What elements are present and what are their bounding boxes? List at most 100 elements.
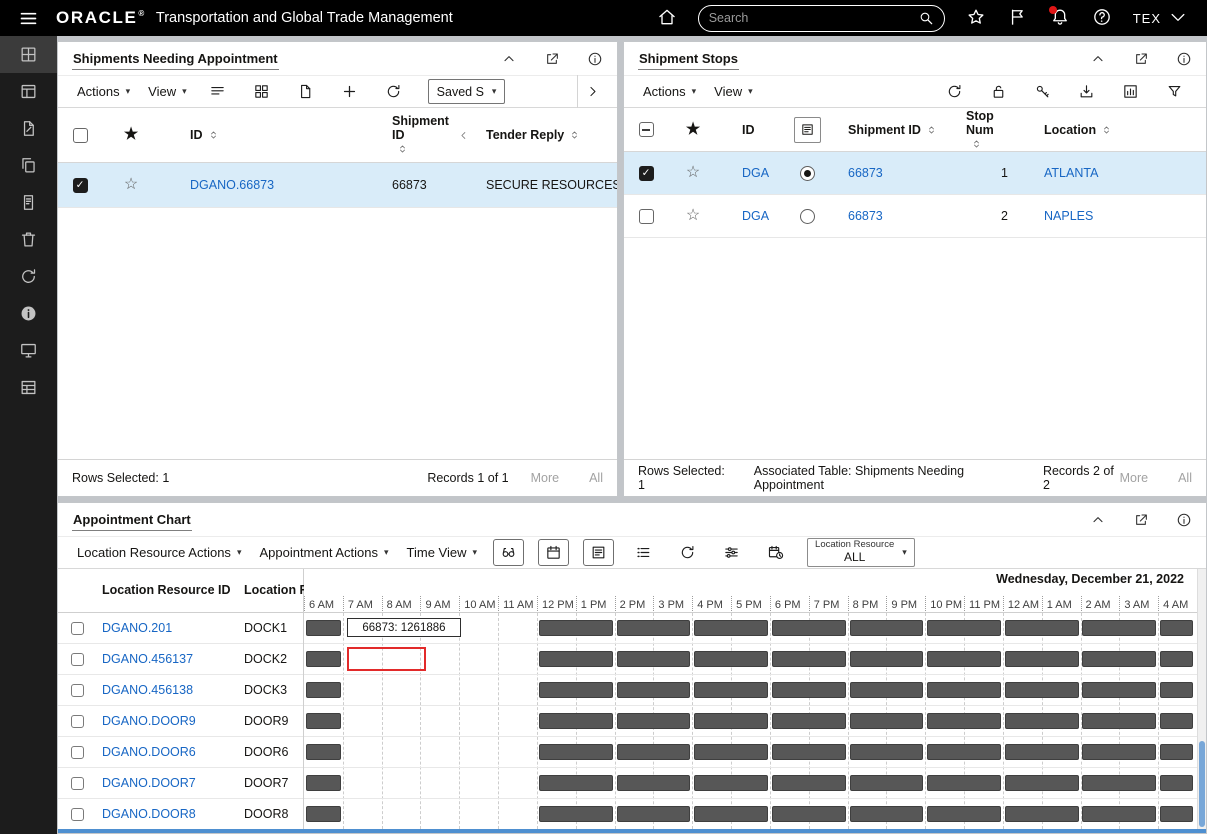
favorite-star-icon[interactable]: ☆ [686,165,700,181]
stop-id-link[interactable]: DGA [742,209,769,223]
sidebar-item-refresh[interactable] [0,258,57,295]
sort-icon[interactable] [1101,123,1112,137]
horizontal-scrollbar[interactable] [58,829,1206,833]
gantt-timeline-row[interactable] [304,737,1197,768]
row-checkbox[interactable] [71,746,84,759]
add-button[interactable] [336,79,364,105]
appointment-box[interactable]: 66873: 1261886 [347,618,462,637]
actions-menu-button[interactable]: Actions▾ [68,79,139,105]
power-actions-button[interactable] [1028,79,1056,105]
notifications-button[interactable] [1049,7,1071,29]
shipment-id-link[interactable]: 66873 [848,209,883,223]
stop-radio[interactable] [800,209,815,224]
refresh-button[interactable] [940,79,968,105]
location-link[interactable]: NAPLES [1044,209,1093,223]
favorite-star-icon[interactable]: ☆ [686,208,700,224]
collapse-panel-button[interactable] [500,50,517,67]
location-resource-id-link[interactable]: DGANO.DOOR9 [102,714,196,728]
panel-info-button[interactable] [1175,511,1192,528]
more-button[interactable]: More [531,471,559,485]
user-menu-button[interactable] [1167,7,1189,29]
stops-table-row[interactable]: ☆DGA668732NAPLES [624,195,1206,238]
select-all-checkbox[interactable] [73,128,88,143]
row-checkbox[interactable] [71,777,84,790]
more-button[interactable]: More [1120,471,1148,485]
row-checkbox[interactable] [71,808,84,821]
view-menu-button[interactable]: View▾ [139,79,195,105]
stop-details-button[interactable] [794,117,821,143]
favorites-button[interactable] [965,7,987,29]
sidebar-item-layout[interactable] [0,73,57,110]
location-resource-id-link[interactable]: DGANO.456138 [102,683,193,697]
location-resource-filter-dropdown[interactable]: Location Resource ALL ▾ [807,538,915,567]
list-columns-button[interactable] [204,79,232,105]
chart-button[interactable] [1116,79,1144,105]
resource-settings-button[interactable] [717,540,745,566]
row-checkbox[interactable] [71,653,84,666]
stop-id-link[interactable]: DGA [742,166,769,180]
shipments-table-row[interactable]: ☆DGANO.6687366873SECURE RESOURCES_ [58,163,617,208]
location-resource-id-link[interactable]: DGANO.DOOR7 [102,776,196,790]
user-menu-label[interactable]: TEX [1133,11,1161,26]
legend-button[interactable] [629,540,657,566]
vertical-scrollbar[interactable] [1197,569,1206,829]
unlock-button[interactable] [984,79,1012,105]
gantt-timeline-row[interactable] [304,706,1197,737]
expand-panel-button[interactable] [577,75,607,108]
location-resource-id-link[interactable]: DGANO.201 [102,621,172,635]
stops-table-row[interactable]: ☆DGA668731ATLANTA [624,152,1206,195]
document-button[interactable] [292,79,320,105]
sidebar-item-edit-document[interactable] [0,110,57,147]
row-checkbox[interactable] [639,209,654,224]
select-all-checkbox[interactable] [639,122,654,137]
collapse-panel-button[interactable] [1089,511,1106,528]
saved-search-dropdown[interactable]: Saved S▾ [428,79,506,104]
flags-button[interactable] [1007,7,1029,29]
open-in-new-window-button[interactable] [1132,50,1149,67]
collapse-panel-button[interactable] [1089,50,1106,67]
sidebar-item-delete[interactable] [0,221,57,258]
gantt-timeline-row[interactable] [304,644,1197,675]
appointment-actions-menu-button[interactable]: Appointment Actions▾ [250,540,397,566]
row-checkbox[interactable] [639,166,654,181]
sort-icon[interactable] [926,123,937,137]
favorite-star-icon[interactable]: ☆ [124,177,138,193]
agenda-view-button[interactable] [583,539,614,566]
all-button[interactable]: All [589,471,603,485]
main-menu-button[interactable] [0,0,56,36]
refresh-button[interactable] [380,79,408,105]
filter-button[interactable] [1160,79,1188,105]
sort-icon[interactable] [971,137,982,151]
sidebar-item-copy[interactable] [0,147,57,184]
calendar-view-button[interactable] [538,539,569,566]
sort-icon[interactable] [569,128,580,142]
home-button[interactable] [656,7,678,29]
export-button[interactable] [1072,79,1100,105]
location-resource-actions-menu-button[interactable]: Location Resource Actions▾ [68,540,250,566]
column-collapse-icon[interactable] [457,129,470,142]
sidebar-item-info[interactable] [0,295,57,332]
help-button[interactable] [1091,7,1113,29]
panel-info-button[interactable] [586,50,603,67]
sidebar-item-monitor[interactable] [0,332,57,369]
open-in-new-window-button[interactable] [543,50,560,67]
search-input[interactable] [709,11,918,25]
gantt-timeline-row[interactable] [304,768,1197,799]
sidebar-item-document[interactable] [0,184,57,221]
location-resource-id-link[interactable]: DGANO.DOOR6 [102,745,196,759]
sidebar-item-workbench[interactable] [0,36,57,73]
gantt-timeline-row[interactable] [304,799,1197,829]
actions-menu-button[interactable]: Actions▾ [634,79,705,105]
open-in-new-window-button[interactable] [1132,511,1149,528]
row-checkbox[interactable] [71,715,84,728]
gantt-timeline-row[interactable] [304,675,1197,706]
detach-button[interactable] [248,79,276,105]
scrollbar-thumb[interactable] [1199,741,1205,827]
shipment-id-link[interactable]: DGANO.66873 [190,178,274,192]
time-view-menu-button[interactable]: Time View▾ [398,540,487,566]
location-resource-id-link[interactable]: DGANO.DOOR8 [102,807,196,821]
sort-icon[interactable] [208,128,219,142]
shipment-id-link[interactable]: 66873 [848,166,883,180]
panel-info-button[interactable] [1175,50,1192,67]
schedule-button[interactable] [761,540,789,566]
